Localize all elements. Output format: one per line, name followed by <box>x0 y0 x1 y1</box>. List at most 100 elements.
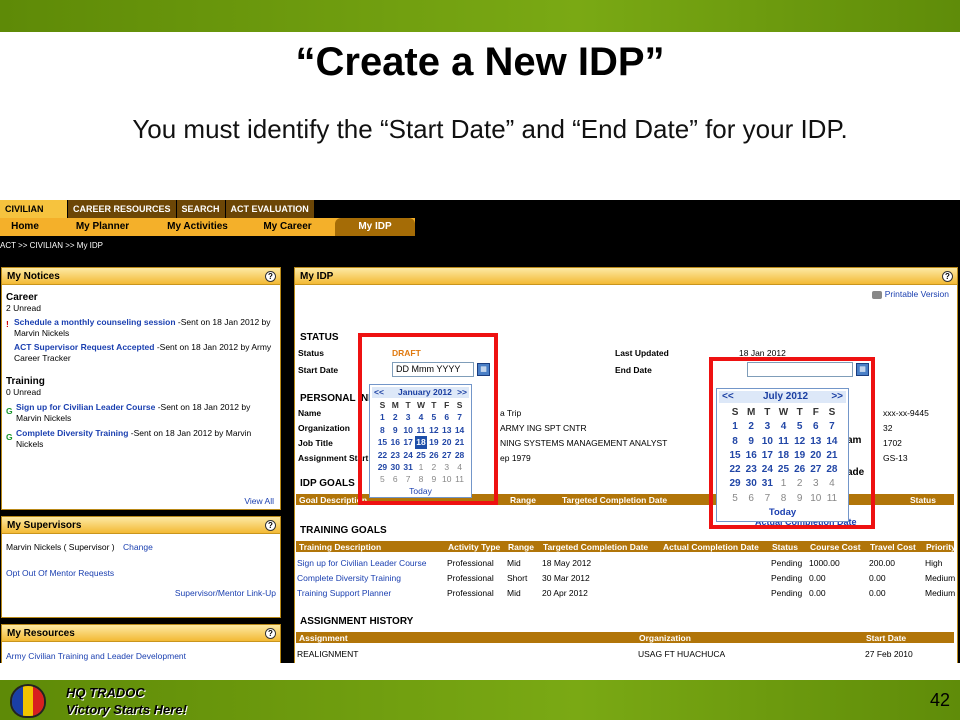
supervisors-panel: My Supervisors? Marvin Nickels ( Supervi… <box>1 516 281 618</box>
resources-panel: My Resources? Army Civilian Training and… <box>1 624 281 663</box>
end-date-label: End Date <box>615 365 652 375</box>
organization: USAG FT HUACHUCA <box>638 649 726 659</box>
opt-out-mentor-link[interactable]: Opt Out Of Mentor Requests <box>6 568 114 578</box>
info-value-3: 1702 <box>883 438 902 448</box>
col-range: Range <box>508 542 534 552</box>
career-heading: Career <box>6 292 38 303</box>
col-assignment: Assignment <box>299 633 348 643</box>
page-number: 42 <box>929 690 950 710</box>
notice-supervisor-link[interactable]: ACT Supervisor Request Accepted <box>14 342 154 352</box>
name-label: Name <box>298 408 322 418</box>
tab-civilian[interactable]: CIVILIAN <box>0 200 68 218</box>
help-icon[interactable]: ? <box>265 520 276 531</box>
activity-type: Professional <box>447 558 494 568</box>
targeted-date: 18 May 2012 <box>542 558 592 568</box>
activity-type: Professional <box>447 588 494 598</box>
name-value: a Trip <box>500 408 522 418</box>
help-icon[interactable]: ? <box>265 271 276 282</box>
col-priority: Priority <box>926 542 956 552</box>
slide-title: “Create a New IDP” <box>295 40 665 84</box>
notice-counseling-link[interactable]: Schedule a monthly counseling session <box>14 317 176 327</box>
training-link[interactable]: Sign up for Civilian Leader Course <box>297 558 426 568</box>
assignment-start-value: ep 1979 <box>500 453 531 463</box>
printer-icon <box>871 290 882 299</box>
course-cost: 0.00 <box>809 573 826 583</box>
status: Pending <box>771 588 803 598</box>
slide-subtitle: You must identify the “Start Date” and “… <box>132 114 848 144</box>
view-all-link[interactable]: View All <box>244 496 274 506</box>
start-date: 27 Feb 2010 <box>865 649 913 659</box>
tab-search[interactable]: SEARCH <box>176 200 226 218</box>
footer-org: HQ TRADOC <box>66 685 145 700</box>
supervisor-name: Marvin Nickels ( Supervisor ) <box>6 542 115 552</box>
job-title-value: NING SYSTEMS MANAGEMENT ANALYST <box>500 438 668 448</box>
start-date-label: Start Date <box>298 365 339 375</box>
organization-value: ARMY ING SPT CNTR <box>500 423 587 433</box>
col-course-cost: Course Cost <box>810 542 861 552</box>
table-row: REALIGNMENT USAG FT HUACHUCA 27 Feb 2010 <box>295 647 955 661</box>
important-icon: ! <box>6 319 9 329</box>
range: Mid <box>507 588 521 598</box>
travel-cost: 0.00 <box>869 573 886 583</box>
nav-my-idp[interactable]: My IDP <box>335 218 415 236</box>
priority: High <box>925 558 943 568</box>
targeted-date: 30 Mar 2012 <box>542 573 590 583</box>
grade-value: GS-13 <box>883 453 908 463</box>
status: Pending <box>771 558 803 568</box>
notices-panel: My Notices? Career 2 Unread ! Schedule a… <box>1 267 281 510</box>
tab-career-resources[interactable]: CAREER RESOURCES <box>68 200 177 218</box>
col-training-description: Training Description <box>299 542 382 552</box>
info-value-2: 32 <box>883 423 893 433</box>
history-table-header: Assignment Organization Start Date <box>295 631 955 644</box>
supervisors-title: My Supervisors <box>7 520 82 531</box>
organization-label: Organization <box>298 423 350 433</box>
travel-cost: 200.00 <box>869 558 895 568</box>
notices-title: My Notices <box>7 271 60 282</box>
footer-motto: Victory Starts Here! <box>66 702 187 717</box>
nav-my-activities[interactable]: My Activities <box>155 218 240 236</box>
table-row: Sign up for Civilian Leader Course Profe… <box>295 556 955 570</box>
nav-home[interactable]: Home <box>0 218 50 236</box>
nav-my-planner[interactable]: My Planner <box>50 218 155 236</box>
assignment-history-heading: ASSIGNMENT HISTORY <box>300 616 414 627</box>
training-heading: Training <box>6 376 45 387</box>
notice-leader-course-link[interactable]: Sign up for Civilian Leader Course <box>16 402 155 412</box>
notice-diversity-link[interactable]: Complete Diversity Training <box>16 428 128 438</box>
range: Mid <box>507 558 521 568</box>
priority: Medium <box>925 573 956 583</box>
status-label: Status <box>298 348 324 358</box>
col-range: Range <box>510 495 536 505</box>
job-title-label: Job Title <box>298 438 333 448</box>
travel-cost: 0.00 <box>869 588 886 598</box>
last-updated-label: Last Updated <box>615 348 669 358</box>
table-row: Training Support Planner Professional Mi… <box>295 586 955 600</box>
training-link[interactable]: Training Support Planner <box>297 588 391 598</box>
resource-link[interactable]: Army Civilian Training and Leader Develo… <box>6 651 186 661</box>
green-g-icon: G <box>6 432 13 442</box>
training-table-header: Training Description Activity Type Range… <box>295 540 956 553</box>
nav-my-career[interactable]: My Career <box>240 218 335 236</box>
help-icon[interactable]: ? <box>942 271 953 282</box>
status-heading: STATUS <box>300 332 339 343</box>
ssn-value: xxx-xx-9445 <box>883 408 929 418</box>
start-date-highlight <box>358 333 498 505</box>
tab-act-evaluation[interactable]: ACT EVALUATION <box>225 200 315 218</box>
top-banner <box>0 0 960 32</box>
col-travel-cost: Travel Cost <box>870 542 916 552</box>
col-organization: Organization <box>639 633 691 643</box>
col-status: Status <box>772 542 798 552</box>
activity-type: Professional <box>447 573 494 583</box>
main-tabs: CIVILIAN CAREER RESOURCES SEARCH ACT EVA… <box>0 200 315 218</box>
status: Pending <box>771 573 803 583</box>
col-activity-type: Activity Type <box>448 542 501 552</box>
col-start-date: Start Date <box>866 633 907 643</box>
printable-version-link[interactable]: Printable Version <box>871 289 949 299</box>
sub-nav: Home My Planner My Activities My Career … <box>0 218 415 236</box>
help-icon[interactable]: ? <box>265 628 276 639</box>
green-g-icon: G <box>6 406 13 416</box>
change-supervisor-link[interactable]: Change <box>123 542 153 552</box>
col-goal-description: Goal Description <box>299 495 368 505</box>
training-link[interactable]: Complete Diversity Training <box>297 573 401 583</box>
col-targeted-completion: Targeted Completion Date <box>543 542 649 552</box>
mentor-link-up-link[interactable]: Supervisor/Mentor Link-Up <box>175 588 276 598</box>
